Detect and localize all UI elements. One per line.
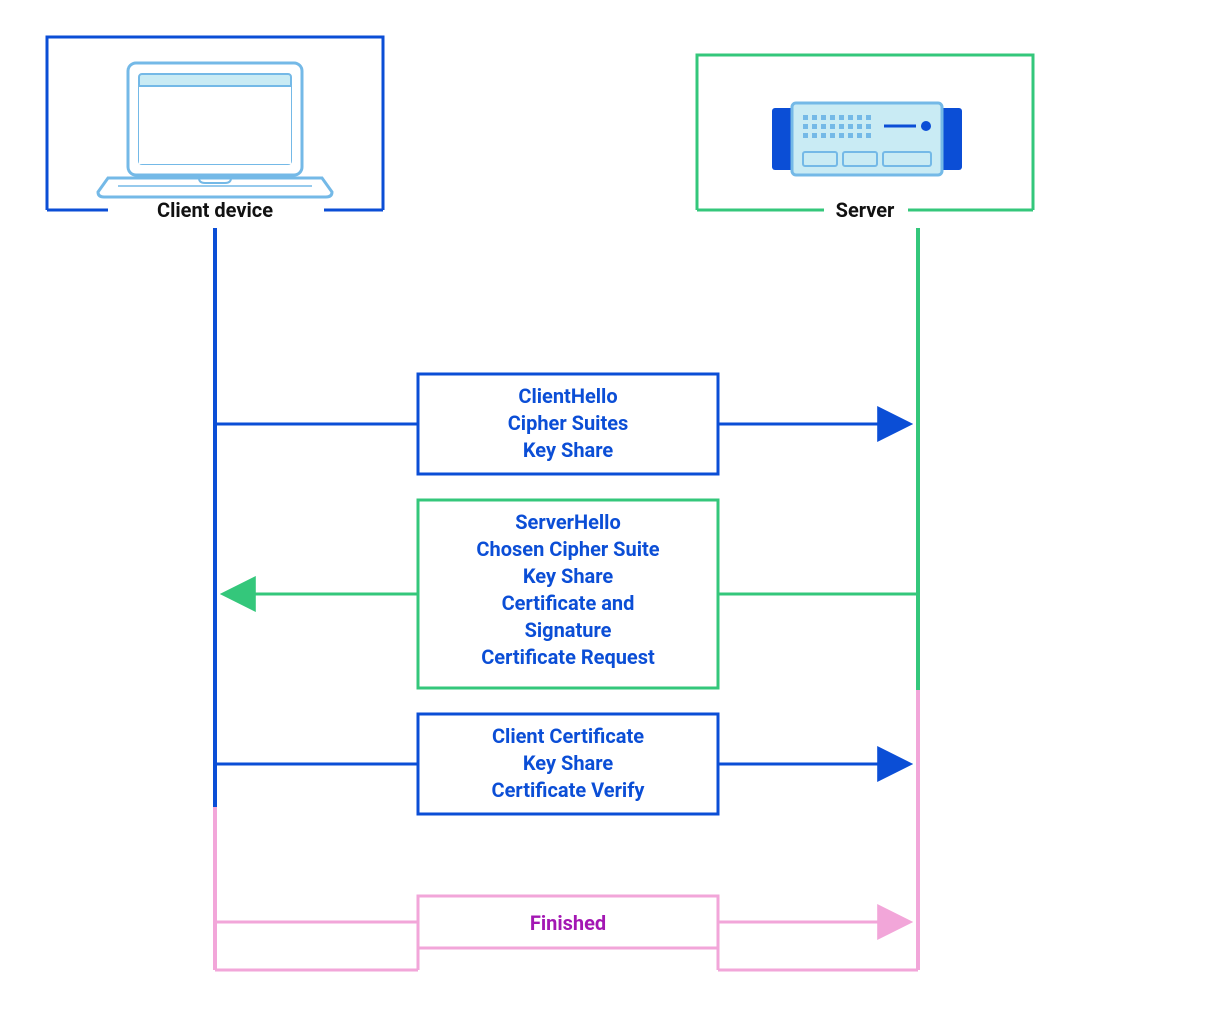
server-icon xyxy=(772,103,962,175)
client-node-title: Client device xyxy=(157,198,273,222)
m1-l1: ClientHello xyxy=(518,384,617,408)
m2-l4: Certificate and xyxy=(502,591,635,615)
m2-l3: Key Share xyxy=(523,564,614,588)
laptop-icon xyxy=(98,63,332,197)
m2-l6: Certificate Request xyxy=(481,645,655,669)
m1-l2: Cipher Suites xyxy=(508,411,629,435)
m1-l3: Key Share xyxy=(523,438,614,462)
message-client-certificate: Client Certificate Key Share Certificate… xyxy=(215,714,906,814)
diagram-svg: Client device Server xyxy=(0,0,1222,1028)
m3-l3: Certificate Verify xyxy=(492,778,646,802)
message-finished: Finished xyxy=(215,896,906,948)
message-server-hello: ServerHello Chosen Cipher Suite Key Shar… xyxy=(227,500,918,688)
diagram-stage: Client device Server xyxy=(0,0,1222,1028)
client-node: Client device xyxy=(47,37,383,222)
m3-l2: Key Share xyxy=(523,751,614,775)
m4-l1: Finished xyxy=(530,911,606,935)
m2-l1: ServerHello xyxy=(515,510,621,534)
server-node: Server xyxy=(697,55,1033,222)
message-client-hello: ClientHello Cipher Suites Key Share xyxy=(215,374,906,474)
server-node-title: Server xyxy=(836,198,895,222)
m2-l5: Signature xyxy=(525,618,612,642)
m2-l2: Chosen Cipher Suite xyxy=(476,537,659,561)
lifeline-bottoms xyxy=(215,948,918,970)
m3-l1: Client Certificate xyxy=(492,724,644,748)
